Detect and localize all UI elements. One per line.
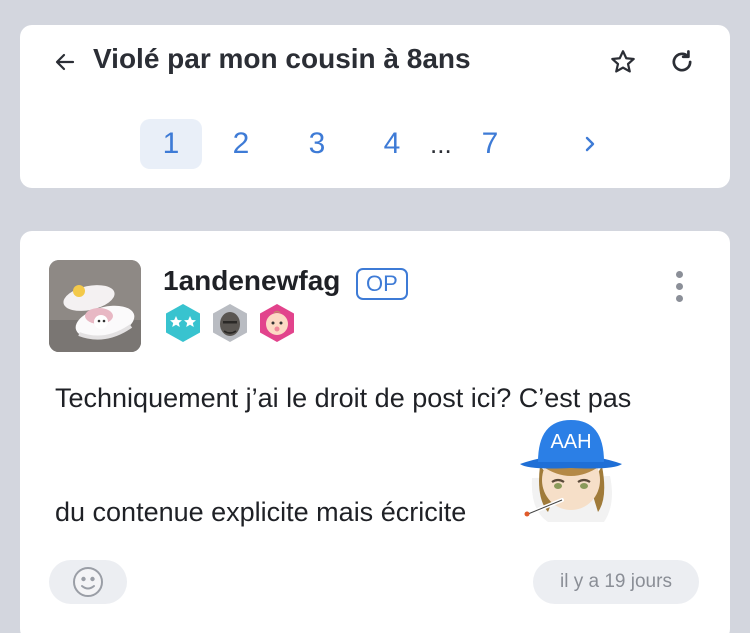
face-badge-icon bbox=[210, 303, 250, 343]
next-page-button[interactable] bbox=[570, 119, 610, 169]
reaction-button[interactable] bbox=[49, 560, 127, 604]
back-button[interactable] bbox=[50, 47, 80, 77]
post-timestamp: il y a 19 jours bbox=[533, 560, 699, 604]
pagination-ellipsis: ... bbox=[430, 128, 452, 159]
page-4-button[interactable]: 4 bbox=[361, 119, 423, 169]
sticker-caption: AAH bbox=[550, 431, 591, 453]
arrow-left-icon bbox=[55, 53, 75, 71]
favorite-button[interactable] bbox=[606, 45, 640, 79]
post-text-line: du contenue explicite mais écricite bbox=[55, 497, 467, 527]
chevron-right-icon bbox=[585, 136, 595, 152]
post-card: 1andenewfag OP Techniquement j’ai le dro… bbox=[20, 231, 730, 633]
star-icon bbox=[611, 50, 635, 73]
avatar[interactable] bbox=[49, 260, 141, 352]
post-author[interactable]: 1andenewfag bbox=[163, 265, 340, 297]
page-3-button[interactable]: 3 bbox=[286, 119, 348, 169]
refresh-icon bbox=[672, 50, 692, 72]
sneakers-avatar-image bbox=[49, 260, 141, 352]
page-7-button[interactable]: 7 bbox=[459, 119, 521, 169]
page-1-button[interactable]: 1 bbox=[140, 119, 202, 169]
more-dot-icon bbox=[675, 294, 683, 302]
sticker-image: AAH bbox=[518, 416, 624, 524]
topic-title: Violé par mon cousin à 8ans bbox=[93, 43, 471, 74]
more-dot-icon bbox=[675, 282, 683, 290]
baby-badge-icon bbox=[257, 303, 297, 343]
page-2-button[interactable]: 2 bbox=[210, 119, 272, 169]
smiley-icon bbox=[73, 567, 103, 597]
post-text-line: Techniquement j’ai le droit de post ici?… bbox=[55, 383, 632, 413]
refresh-button[interactable] bbox=[665, 45, 699, 79]
more-options-button[interactable] bbox=[666, 269, 692, 303]
more-dot-icon bbox=[675, 270, 683, 278]
op-badge: OP bbox=[356, 268, 408, 300]
topic-header: Violé par mon cousin à 8ans 1 2 3 4 ... … bbox=[20, 25, 730, 188]
two-stars-badge-icon bbox=[163, 303, 203, 343]
